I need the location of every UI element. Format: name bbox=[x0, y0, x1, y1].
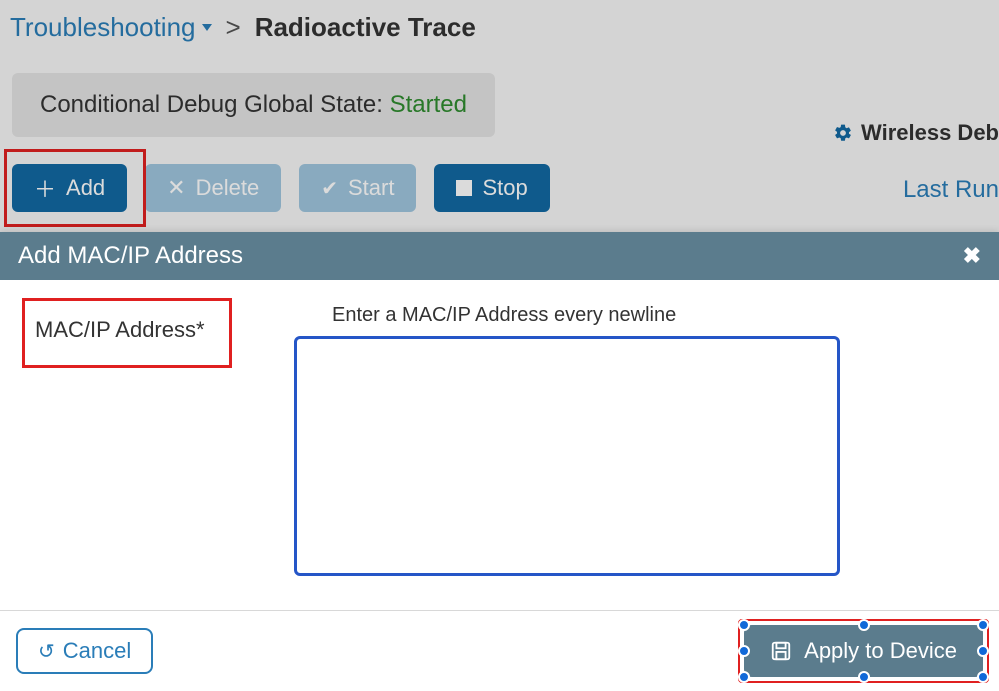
toolbar: ＋ Add ✕ Delete ✔ Start Stop bbox=[12, 164, 550, 212]
cancel-button[interactable]: ↺ Cancel bbox=[16, 628, 153, 674]
apply-to-device-button[interactable]: Apply to Device bbox=[744, 625, 983, 677]
breadcrumb-root-label: Troubleshooting bbox=[10, 12, 196, 43]
helper-text: Enter a MAC/IP Address every newline bbox=[332, 304, 676, 327]
add-button-label: Add bbox=[66, 175, 105, 201]
status-label: Conditional Debug Global State: bbox=[40, 91, 383, 118]
chevron-down-icon bbox=[202, 24, 212, 31]
wireless-debug-label: Wireless Deb bbox=[861, 120, 999, 146]
apply-button-label: Apply to Device bbox=[804, 638, 957, 664]
last-run-link[interactable]: Last Run bbox=[903, 176, 999, 204]
start-button-label: Start bbox=[348, 175, 394, 201]
save-icon bbox=[770, 640, 792, 662]
cancel-button-label: Cancel bbox=[63, 638, 131, 664]
delete-button[interactable]: ✕ Delete bbox=[145, 164, 281, 212]
status-value: Started bbox=[390, 91, 467, 118]
stop-square-icon bbox=[456, 180, 472, 196]
undo-icon: ↺ bbox=[38, 639, 55, 664]
modal-header: Add MAC/IP Address ✖ bbox=[0, 232, 999, 280]
apply-button-wrap: Apply to Device bbox=[744, 625, 983, 677]
close-icon[interactable]: ✖ bbox=[963, 243, 981, 269]
breadcrumb-current: Radioactive Trace bbox=[255, 12, 476, 43]
breadcrumb-separator: > bbox=[226, 12, 241, 43]
modal-title: Add MAC/IP Address bbox=[18, 242, 243, 270]
status-pill: Conditional Debug Global State: Started bbox=[12, 73, 495, 137]
delete-button-label: Delete bbox=[196, 175, 260, 201]
check-icon: ✔ bbox=[321, 176, 338, 201]
add-button[interactable]: ＋ Add bbox=[12, 164, 127, 212]
gear-icon bbox=[833, 123, 853, 143]
add-mac-modal: Add MAC/IP Address ✖ MAC/IP Address* Ent… bbox=[0, 232, 999, 691]
wireless-debug-link[interactable]: Wireless Deb bbox=[833, 120, 999, 146]
mac-ip-input[interactable] bbox=[294, 336, 840, 576]
x-icon: ✕ bbox=[167, 175, 185, 201]
field-label-highlight: MAC/IP Address* bbox=[22, 298, 232, 368]
start-button[interactable]: ✔ Start bbox=[299, 164, 416, 212]
breadcrumb: Troubleshooting > Radioactive Trace bbox=[0, 0, 999, 63]
field-label: MAC/IP Address* bbox=[35, 317, 205, 342]
right-info: Wireless Deb Last Run bbox=[833, 120, 999, 204]
modal-body: MAC/IP Address* Enter a MAC/IP Address e… bbox=[0, 280, 999, 610]
modal-footer: ↺ Cancel Apply to Device bbox=[0, 610, 999, 691]
plus-icon: ＋ bbox=[34, 172, 56, 204]
stop-button[interactable]: Stop bbox=[434, 164, 549, 212]
stop-button-label: Stop bbox=[482, 175, 527, 201]
breadcrumb-root[interactable]: Troubleshooting bbox=[10, 12, 212, 43]
